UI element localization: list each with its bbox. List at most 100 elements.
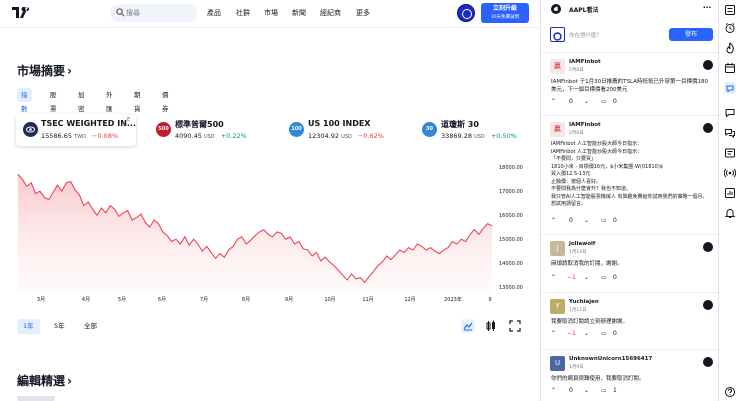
post-avatar[interactable]: Y <box>550 299 565 314</box>
comment-icon[interactable]: ▭ <box>601 274 607 281</box>
card-currency: USD <box>474 134 485 140</box>
post-author[interactable]: jollawolf <box>569 241 595 247</box>
fullscreen-icon[interactable] <box>508 319 522 333</box>
post-actions: ⌃ 0 ⌄ ▭ 0 <box>551 98 711 108</box>
post-actions: ⌃ −1 ⌄ ▭ 0 <box>551 330 711 340</box>
upvote-icon[interactable]: ⌃ <box>551 330 556 337</box>
card-value-row: 15586.65 TWD −0.08% <box>41 132 118 140</box>
user-avatar[interactable] <box>457 4 475 22</box>
post-author[interactable]: IAMFinbot <box>569 59 601 65</box>
post-author[interactable]: IAMFinbot <box>569 122 601 128</box>
notifications-bell-icon[interactable] <box>724 207 736 219</box>
post-body: 麻煩請取消我的訂閱，謝謝。 <box>551 261 623 267</box>
downvote-icon[interactable]: ⌄ <box>584 274 589 281</box>
post-avatar[interactable]: 贏 <box>550 59 565 74</box>
market-summary-title[interactable]: 市場摘要 › <box>17 62 72 79</box>
index-card-tsec[interactable]: TSEC WEIGHTED IN... E 15586.65 TWD −0.08… <box>16 114 136 146</box>
nav-item-news[interactable]: 新聞 <box>292 8 306 18</box>
post-item: Y Yuchiajen 1月11日 我要取消訂閱請立刻辦理謝謝。 ⌃ −1 ⌄ … <box>541 292 719 348</box>
x-tick-label: 12月 <box>404 297 415 303</box>
upvote-icon[interactable]: ⌃ <box>551 98 556 105</box>
broadcast-icon[interactable] <box>724 167 736 179</box>
nav-item-brokers[interactable]: 經紀商 <box>320 8 341 18</box>
post-actions: ⌃ 0 ⌄ ▭ 1 <box>551 387 711 397</box>
upgrade-button[interactable]: 立刻升級 30天免費試用 <box>481 3 529 23</box>
x-tick-label: 8月 <box>242 297 250 303</box>
card-change: −0.62% <box>357 132 384 140</box>
comment-icon[interactable]: ▭ <box>601 330 607 337</box>
upvote-icon[interactable]: ⌃ <box>551 217 556 224</box>
y-tick-label: 13000.00 <box>499 285 523 291</box>
nav-item-more[interactable]: 更多 <box>356 8 370 18</box>
comment-icon[interactable]: ▭ <box>601 387 607 394</box>
post-author[interactable]: UnknownUnicorn15696417 <box>569 356 652 362</box>
comments-count: 0 <box>613 217 617 224</box>
tsec-logo-icon <box>23 122 38 137</box>
tab-indices[interactable]: 指數 <box>17 88 32 113</box>
nav-item-markets[interactable]: 市場 <box>264 8 278 18</box>
post-avatar[interactable]: U <box>550 356 565 371</box>
tradingview-logo[interactable] <box>12 6 32 20</box>
downvote-icon[interactable]: ⌄ <box>584 98 589 105</box>
compose-input[interactable]: 你在想什麼？ <box>569 31 602 39</box>
post-item: 贏 IAMFinbot 2月8日 IAMFinbot 人工智能炒股大師今日指示：… <box>541 115 719 233</box>
upvote-icon[interactable]: ⌃ <box>551 274 556 281</box>
alert-clock-icon[interactable] <box>724 22 736 34</box>
nav-item-products[interactable]: 產品 <box>207 8 221 18</box>
watchlist-icon[interactable] <box>724 4 736 16</box>
candlestick-chart-icon[interactable] <box>484 319 498 333</box>
news-icon[interactable] <box>724 147 736 159</box>
calendar-icon[interactable] <box>724 62 736 74</box>
range-all-button[interactable]: 全部 <box>78 319 103 334</box>
comment-icon[interactable]: ▭ <box>601 217 607 224</box>
flag-icon[interactable] <box>703 242 713 252</box>
chevron-right-icon: › <box>67 374 72 388</box>
post-avatar[interactable]: 贏 <box>550 122 565 137</box>
data-window-icon[interactable] <box>724 187 736 199</box>
market-chart[interactable]: 18000.00 17000.00 16000.00 15000.00 14000.00… <box>0 160 540 305</box>
nav-item-community[interactable]: 社群 <box>236 8 250 18</box>
post-date: 2月8日 <box>569 131 584 136</box>
range-1y-button[interactable]: 1年 <box>17 319 40 334</box>
more-options-icon[interactable]: ⋯ <box>703 3 711 12</box>
hotlist-fire-icon[interactable] <box>724 42 736 54</box>
post-actions: ⌃ 0 ⌄ ▭ 0 <box>551 217 711 227</box>
flag-icon[interactable] <box>703 357 713 367</box>
index-card-dji[interactable]: 30 道瓊斯 30 33869.28 USD +0.50% <box>422 114 540 146</box>
index-card-spx[interactable]: 500 標準普爾500 4090.45 USD +0.22% <box>156 114 266 146</box>
index-card-us100[interactable]: 100 US 100 INDEX 12304.92 USD −0.62% <box>289 114 399 146</box>
app-window: 搜尋 產品 社群 市場 新聞 經紀商 更多 立刻升級 30天免費試用 市場摘要 ›… <box>0 0 740 401</box>
flag-icon[interactable] <box>703 60 713 70</box>
y-tick-label: 17000.00 <box>499 189 523 195</box>
card-change: −0.08% <box>92 132 119 140</box>
area-chart-icon[interactable] <box>461 319 475 333</box>
chat-icon[interactable] <box>724 107 736 119</box>
range-5y-button[interactable]: 5年 <box>48 319 71 334</box>
downvote-icon[interactable]: ⌄ <box>584 387 589 394</box>
help-icon[interactable] <box>724 386 736 398</box>
editors-pick-tab[interactable] <box>17 396 55 401</box>
tab-crypto[interactable]: 加密 <box>74 88 89 113</box>
flag-icon[interactable] <box>703 300 713 310</box>
search-input[interactable]: 搜尋 <box>110 4 197 22</box>
post-author[interactable]: Yuchiajen <box>569 299 599 305</box>
private-chats-icon[interactable] <box>724 127 736 139</box>
flag-icon[interactable] <box>703 123 713 133</box>
post-body: 你們的網頁很難使用，我要取消訂閱。 <box>551 376 645 382</box>
editors-pick-title[interactable]: 編輯精選 › <box>17 372 72 389</box>
ideas-icon[interactable] <box>724 82 736 94</box>
x-tick-label: 9月 <box>285 297 293 303</box>
upvote-icon[interactable]: ⌃ <box>551 387 556 394</box>
tab-forex[interactable]: 外匯 <box>102 88 117 113</box>
x-tick-label: 6月 <box>158 297 166 303</box>
tab-stocks[interactable]: 股票 <box>46 88 61 113</box>
downvote-icon[interactable]: ⌄ <box>584 217 589 224</box>
post-avatar[interactable]: J <box>550 241 565 256</box>
comment-icon[interactable]: ▭ <box>601 98 607 105</box>
tab-bonds[interactable]: 債券 <box>158 88 173 113</box>
x-tick-label: 5月 <box>118 297 126 303</box>
publish-button[interactable]: 發布 <box>669 28 713 41</box>
card-currency: USD <box>203 134 215 140</box>
downvote-icon[interactable]: ⌄ <box>584 330 589 337</box>
tab-futures[interactable]: 期貨 <box>130 88 145 113</box>
